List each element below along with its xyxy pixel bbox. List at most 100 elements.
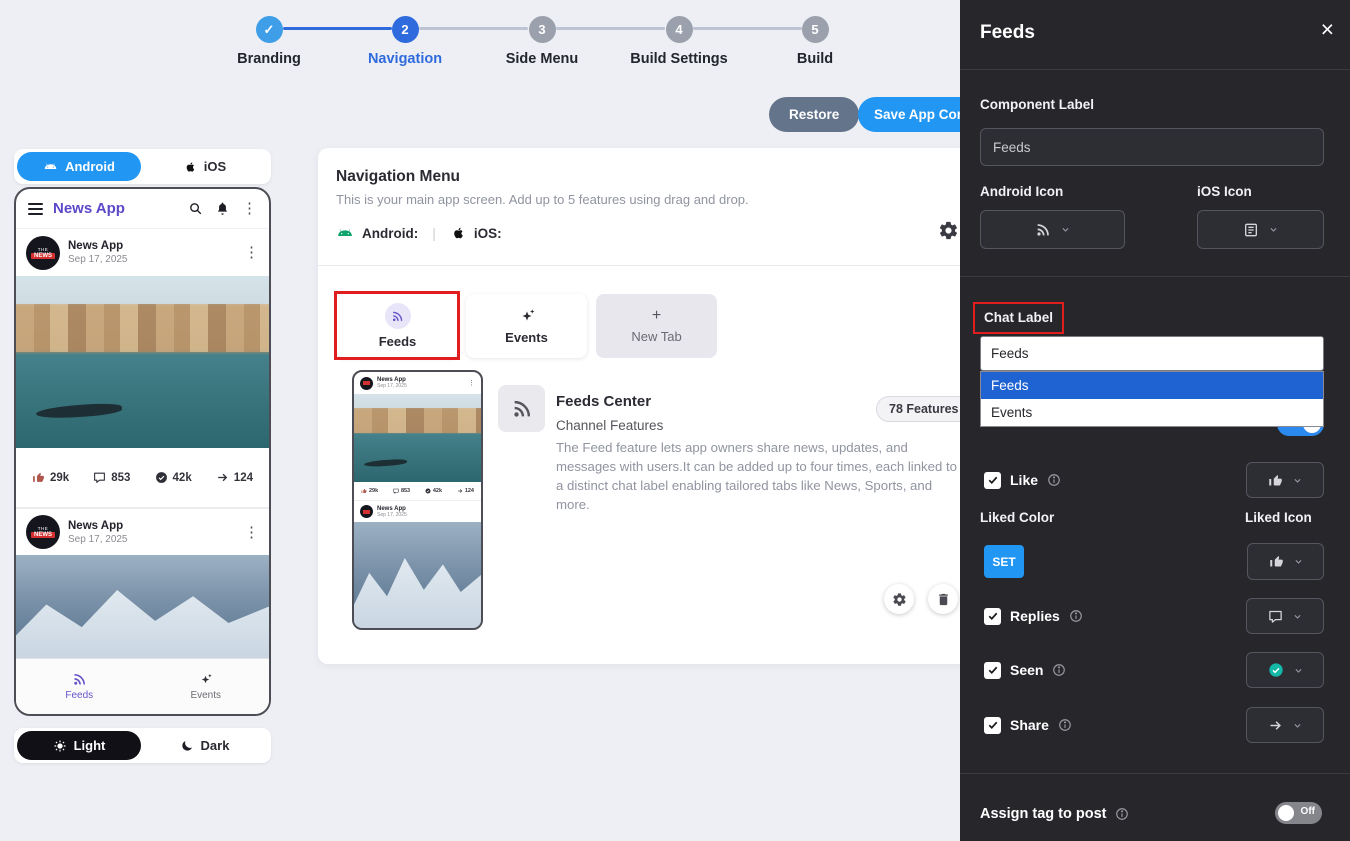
check-circle-icon	[155, 471, 168, 484]
info-icon[interactable]	[1069, 609, 1083, 623]
info-icon[interactable]	[1058, 718, 1072, 732]
seen-label: Seen	[1010, 662, 1043, 678]
replies-checkbox[interactable]	[984, 608, 1001, 625]
thumbs-up-icon	[32, 471, 45, 484]
phone-preview: News App ⋮ THE NEWS News App Sep 17, 202…	[14, 187, 271, 716]
dropdown-option-feeds[interactable]: Feeds	[981, 372, 1323, 399]
post-image-canal	[354, 394, 481, 482]
dark-theme-button[interactable]: Dark	[141, 738, 268, 753]
replies-stat[interactable]: 853	[93, 471, 130, 484]
shares-stat[interactable]: 124	[216, 471, 253, 484]
post-image-canal	[16, 276, 269, 448]
share-icon-select[interactable]	[1246, 707, 1324, 743]
restore-button[interactable]: Restore	[769, 97, 859, 132]
android-icon-select[interactable]	[980, 210, 1125, 249]
info-icon[interactable]	[1115, 807, 1129, 821]
step-build[interactable]: 5 Build	[745, 16, 885, 67]
dark-theme-label: Dark	[201, 738, 230, 753]
step-navigation-label[interactable]: Navigation	[368, 51, 442, 67]
component-label-input[interactable]	[980, 128, 1324, 166]
close-icon[interactable]: ×	[1321, 18, 1334, 41]
gear-icon[interactable]	[938, 220, 959, 241]
theme-toggle: Light Dark	[14, 728, 271, 763]
apple-icon	[183, 160, 197, 174]
android-icon-label: Android Icon	[980, 184, 1063, 199]
info-icon[interactable]	[1047, 473, 1061, 487]
kebab-menu-icon[interactable]: ⋮	[242, 201, 257, 216]
assign-tag-toggle[interactable]: Off	[1275, 802, 1322, 824]
like-icon-select[interactable]	[1246, 462, 1324, 498]
info-icon[interactable]	[1052, 663, 1066, 677]
arrow-right-icon	[1268, 718, 1283, 733]
like-label: Like	[1010, 472, 1038, 488]
step-build-label[interactable]: Build	[797, 51, 833, 67]
menu-icon[interactable]	[28, 203, 43, 215]
post-kebab-icon[interactable]: ⋮	[244, 525, 259, 540]
chevron-down-icon	[1294, 557, 1303, 566]
bell-icon[interactable]	[215, 201, 230, 216]
check-icon	[987, 719, 999, 731]
light-theme-button[interactable]: Light	[17, 731, 141, 760]
ios-toggle-button[interactable]: iOS	[141, 159, 268, 174]
feeds-settings-panel: Feeds × Component Label Android Icon iOS…	[960, 0, 1350, 841]
kebab-menu-icon: ⋮	[468, 379, 475, 387]
chevron-down-icon	[1061, 225, 1070, 234]
divider	[960, 276, 1350, 277]
dropdown-option-events[interactable]: Events	[981, 399, 1323, 426]
seen-stat[interactable]: 42k	[155, 471, 192, 484]
feature-tab-events[interactable]: Events	[466, 294, 587, 358]
like-checkbox[interactable]	[984, 472, 1001, 489]
phone-tabbar: Feeds Events	[16, 658, 269, 714]
replies-label: Replies	[1010, 608, 1060, 624]
rss-icon	[72, 672, 87, 687]
chat-label-select[interactable]: Feeds	[980, 336, 1324, 371]
feature-tab-feeds[interactable]: Feeds	[337, 294, 458, 358]
chat-label: Chat Label	[984, 310, 1053, 325]
step-navigation-indicator[interactable]: 2	[392, 16, 419, 43]
ios-toggle-label: iOS	[204, 159, 226, 174]
post-kebab-icon[interactable]: ⋮	[244, 245, 259, 260]
android-toggle-label: Android	[65, 159, 115, 174]
phone-tab-events[interactable]: Events	[143, 659, 270, 714]
step-build-indicator[interactable]: 5	[802, 16, 829, 43]
toggle-state-label: Off	[1301, 806, 1315, 817]
features-count-badge: 78 Features	[876, 396, 971, 422]
feature-settings-button[interactable]	[884, 584, 914, 614]
step-side-menu-indicator[interactable]: 3	[529, 16, 556, 43]
avatar	[360, 377, 373, 390]
search-icon[interactable]	[188, 201, 203, 216]
step-side-menu-label[interactable]: Side Menu	[506, 51, 579, 67]
step-branding[interactable]: ✓ Branding	[199, 16, 339, 67]
step-navigation[interactable]: 2 Navigation	[335, 16, 475, 67]
replies-icon-select[interactable]	[1246, 598, 1324, 634]
feature-delete-button[interactable]	[928, 584, 958, 614]
gear-icon	[892, 592, 907, 607]
step-build-settings-label[interactable]: Build Settings	[630, 51, 727, 67]
set-color-button[interactable]: SET	[984, 545, 1024, 578]
liked-color-label: Liked Color	[980, 510, 1054, 525]
android-toggle-button[interactable]: Android	[17, 152, 141, 181]
ios-icon-select[interactable]	[1197, 210, 1324, 249]
separator: |	[432, 225, 436, 241]
ios-label: iOS:	[474, 226, 502, 241]
chat-label-dropdown-list: Feeds Events	[980, 371, 1324, 427]
step-branding-indicator[interactable]: ✓	[256, 16, 283, 43]
share-checkbox[interactable]	[984, 717, 1001, 734]
step-branding-label[interactable]: Branding	[237, 51, 301, 67]
post-stats-row: 29k 853 42k 124	[354, 482, 481, 500]
navigation-menu-card: Navigation Menu This is your main app sc…	[318, 148, 1010, 664]
annotation-highlight-chat-label: Chat Label	[973, 302, 1064, 334]
seen-checkbox[interactable]	[984, 662, 1001, 679]
liked-icon-select[interactable]	[1247, 543, 1324, 580]
divider	[960, 773, 1350, 774]
post-date: Sep 17, 2025	[68, 254, 128, 265]
likes-stat[interactable]: 29k	[32, 471, 69, 484]
step-side-menu[interactable]: 3 Side Menu	[472, 16, 612, 67]
step-build-settings-indicator[interactable]: 4	[666, 16, 693, 43]
chevron-down-icon	[1293, 612, 1302, 621]
phone-tab-feeds[interactable]: Feeds	[16, 659, 143, 714]
feature-tab-new[interactable]: + New Tab	[596, 294, 717, 358]
check-icon	[987, 610, 999, 622]
step-build-settings[interactable]: 4 Build Settings	[609, 16, 749, 67]
seen-icon-select[interactable]	[1246, 652, 1324, 688]
